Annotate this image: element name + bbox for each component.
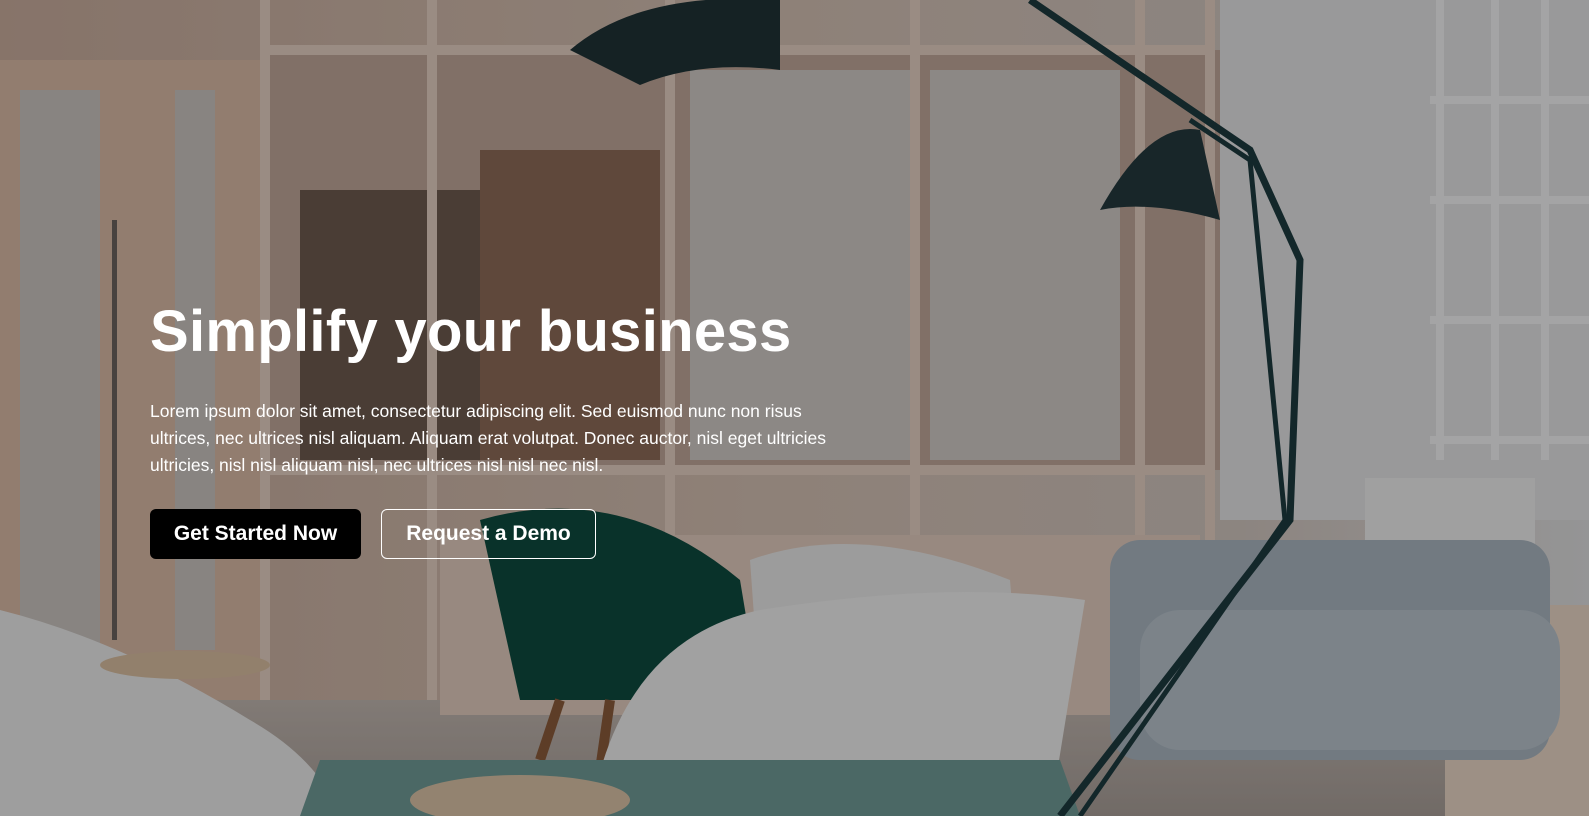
request-demo-button[interactable]: Request a Demo <box>381 509 596 559</box>
hero-description: Lorem ipsum dolor sit amet, consectetur … <box>150 401 827 475</box>
hero-actions: Get Started Now Request a Demo <box>150 509 850 559</box>
get-started-button[interactable]: Get Started Now <box>150 509 361 559</box>
hero-content: Simplify your business Lorem ipsum dolor… <box>150 296 850 559</box>
hero-title: Simplify your business <box>150 299 792 364</box>
hero-section: Simplify your business Lorem ipsum dolor… <box>0 0 1589 816</box>
